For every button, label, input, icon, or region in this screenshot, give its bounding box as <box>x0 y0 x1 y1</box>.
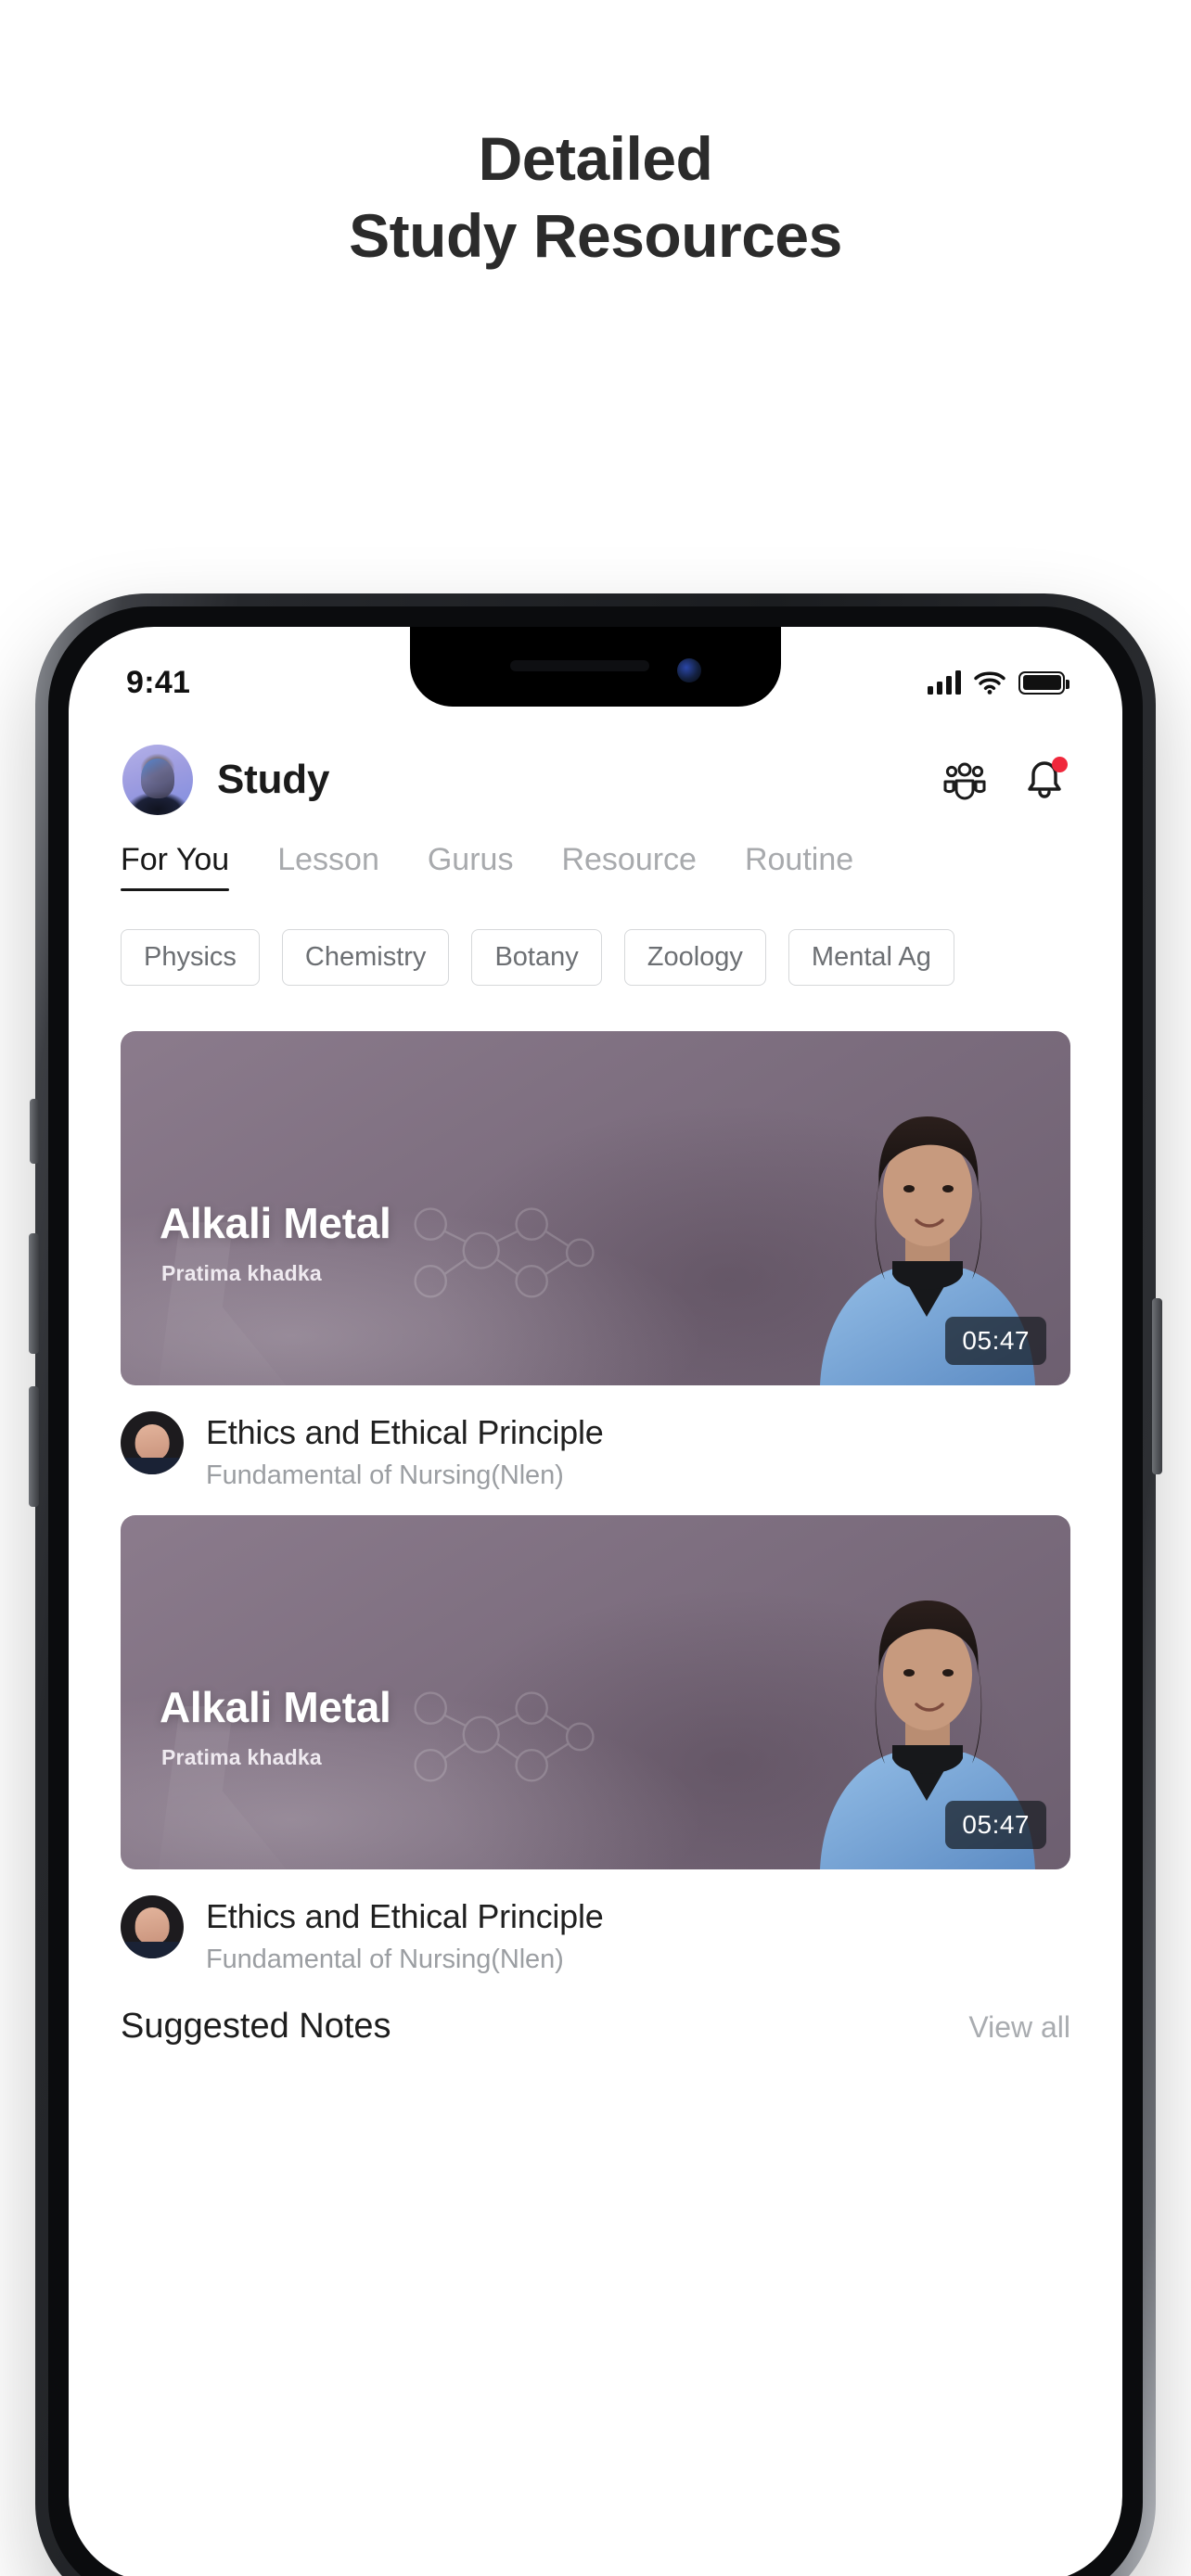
tab-gurus[interactable]: Gurus <box>428 833 514 891</box>
thumbnail-author: Pratima khadka <box>161 1744 322 1769</box>
status-bar-icons <box>928 670 1069 695</box>
status-bar-time: 9:41 <box>126 664 191 700</box>
tab-for-you[interactable]: For You <box>121 833 230 891</box>
battery-icon <box>1018 670 1069 695</box>
video-duration-badge: 05:47 <box>945 1317 1046 1365</box>
tab-lesson[interactable]: Lesson <box>277 833 379 891</box>
app-header-actions <box>941 756 1069 804</box>
section-title: Suggested Notes <box>121 2006 391 2046</box>
channel-avatar[interactable] <box>121 1894 184 1958</box>
power-button[interactable] <box>1152 1298 1162 1474</box>
cellular-signal-icon <box>928 670 961 695</box>
video-thumbnail[interactable]: Alkali Metal Pratima khadka 05:47 <box>121 1031 1070 1385</box>
video-duration-badge: 05:47 <box>945 1800 1046 1849</box>
thumbnail-title: Alkali Metal <box>160 1199 391 1247</box>
chip-mental-agility[interactable]: Mental Ag <box>788 929 954 986</box>
people-group-icon[interactable] <box>941 756 989 804</box>
mute-switch[interactable] <box>30 1099 39 1164</box>
notification-badge <box>1052 757 1068 772</box>
video-subtitle: Fundamental of Nursing(Nlen) <box>206 1460 564 1490</box>
status-bar: 9:41 <box>69 627 1122 716</box>
phone-mockup: 9:41 Study For You Lesson Gurus Resource… <box>29 593 1162 2576</box>
thumbnail-author: Pratima khadka <box>161 1261 322 1285</box>
video-subtitle: Fundamental of Nursing(Nlen) <box>206 1944 564 1974</box>
volume-up-button[interactable] <box>29 1233 39 1354</box>
thumbnail-title: Alkali Metal <box>160 1682 391 1731</box>
view-all-link[interactable]: View all <box>968 2010 1070 2045</box>
volume-down-button[interactable] <box>29 1386 39 1507</box>
tab-routine[interactable]: Routine <box>745 833 853 891</box>
avatar[interactable] <box>122 745 193 815</box>
page-title: Study <box>217 757 330 802</box>
promo-headline: Detailed Study Resources <box>0 121 1191 274</box>
content-feed: Alkali Metal Pratima khadka 05:47 Ethics… <box>69 1031 1122 2047</box>
video-title: Ethics and Ethical Principle <box>206 1413 604 1451</box>
video-title: Ethics and Ethical Principle <box>206 1896 604 1935</box>
chip-physics[interactable]: Physics <box>121 929 260 986</box>
phone-screen: 9:41 Study For You Lesson Gurus Resource… <box>69 627 1122 2576</box>
video-meta-text: Ethics and Ethical Principle Fundamental… <box>206 1895 604 1975</box>
tab-resource[interactable]: Resource <box>561 833 697 891</box>
video-meta-row[interactable]: Ethics and Ethical Principle Fundamental… <box>121 1402 1070 1515</box>
promo-screenshot: Detailed Study Resources 9:41 Study For … <box>0 0 1191 2576</box>
video-thumbnail[interactable]: Alkali Metal Pratima khadka 05:47 <box>121 1514 1070 1869</box>
promo-headline-line-1: Detailed <box>478 124 713 193</box>
suggested-notes-header: Suggested Notes View all <box>121 1999 1070 2047</box>
app-header-left: Study <box>122 745 329 815</box>
chip-chemistry[interactable]: Chemistry <box>281 929 450 986</box>
tab-bar: For You Lesson Gurus Resource Routine <box>69 833 1122 891</box>
promo-headline-line-2: Study Resources <box>349 200 842 270</box>
wifi-icon <box>974 671 1005 695</box>
app-header: Study <box>69 729 1122 831</box>
chip-zoology[interactable]: Zoology <box>623 929 766 986</box>
channel-avatar[interactable] <box>121 1411 184 1474</box>
notification-bell-icon[interactable] <box>1020 756 1069 804</box>
chip-botany[interactable]: Botany <box>471 929 602 986</box>
subject-filter-chips[interactable]: Physics Chemistry Botany Zoology Mental … <box>69 929 1122 986</box>
video-meta-text: Ethics and Ethical Principle Fundamental… <box>206 1411 604 1491</box>
video-meta-row[interactable]: Ethics and Ethical Principle Fundamental… <box>121 1886 1070 1999</box>
